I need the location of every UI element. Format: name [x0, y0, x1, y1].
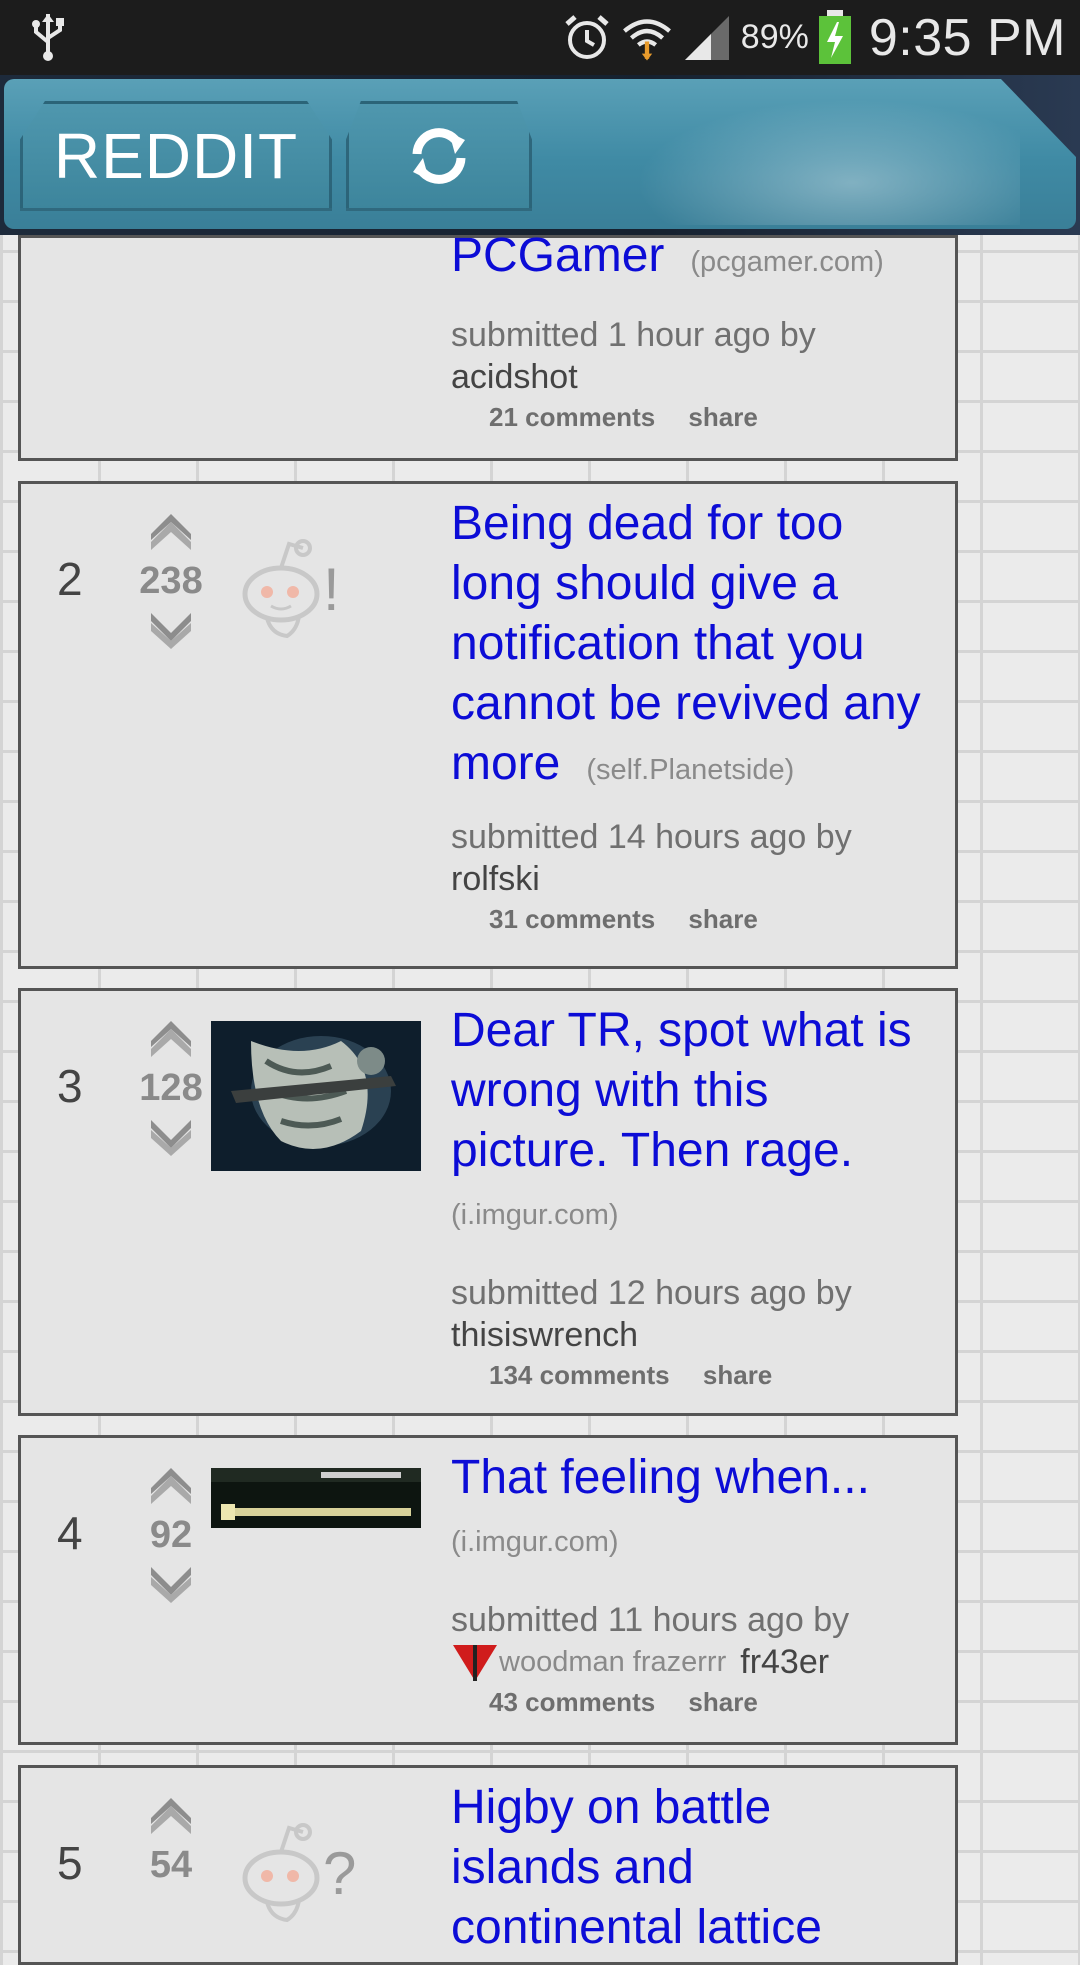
post-domain[interactable]: (self.Planetside) — [586, 754, 794, 786]
post-author-line: woodman frazerrr fr43er — [451, 1641, 931, 1683]
comments-link[interactable]: 21 comments — [489, 402, 655, 432]
post-actions: 134 comments share — [489, 1360, 931, 1391]
post-submitted: submitted 12 hours ago by — [451, 1274, 852, 1312]
game-hud-thumbnail — [211, 1468, 421, 1528]
post-title-line: PCGamer (pcgamer.com) — [451, 226, 931, 286]
post-thumbnail[interactable]: ! — [211, 534, 421, 644]
share-link[interactable]: share — [703, 1360, 772, 1390]
header-glow — [600, 85, 1020, 225]
post-card: PCGamer (pcgamer.com) submitted 1 hour ag… — [18, 229, 958, 461]
signal-icon — [684, 15, 729, 60]
comments-link[interactable]: 134 comments — [489, 1360, 670, 1390]
reddit-alien-question-icon: ? — [242, 1823, 356, 1923]
battery-percent: 89% — [740, 18, 809, 56]
post-submitted: submitted 11 hours ago by — [451, 1601, 850, 1639]
post-rank: 3 — [57, 1060, 83, 1112]
armored-soldier-thumbnail — [211, 1021, 421, 1171]
app-header: REDDIT — [0, 75, 1080, 235]
post-score: 128 — [139, 1067, 203, 1109]
post-author[interactable]: fr43er — [740, 1641, 829, 1683]
post-title[interactable]: PCGamer — [451, 229, 664, 282]
alarm-icon — [565, 14, 609, 59]
usb-icon — [32, 14, 64, 61]
refresh-icon — [412, 128, 466, 184]
comments-link[interactable]: 43 comments — [489, 1687, 655, 1717]
post-title[interactable]: That feeling when... — [451, 1448, 931, 1508]
clock: 9:35 PM — [868, 8, 1066, 67]
reddit-button[interactable]: REDDIT — [20, 101, 332, 211]
post-score: 92 — [149, 1514, 193, 1556]
post-domain[interactable]: (pcgamer.com) — [690, 246, 883, 278]
post-thumbnail[interactable]: ? — [211, 1818, 421, 1928]
post-title[interactable]: Dear TR, spot what is wrong with this pi… — [451, 1001, 931, 1181]
upvote-icon[interactable] — [146, 1468, 196, 1508]
downvote-icon[interactable] — [146, 609, 196, 649]
post-title-line: Being dead for too long should give a no… — [451, 494, 931, 794]
post-submitted: submitted 14 hours ago by — [451, 818, 852, 856]
status-bar: 89% 9:35 PM — [0, 0, 1080, 75]
reddit-button-label: REDDIT — [53, 120, 299, 192]
reddit-alien-exclaim-icon: ! — [242, 539, 340, 639]
post-card: 5 54 ? Higby on battle islands and conti… — [18, 1765, 958, 1965]
svg-text:!: ! — [323, 556, 340, 623]
downvote-icon[interactable] — [146, 1563, 196, 1603]
post-actions: 31 comments share — [489, 904, 931, 935]
wifi-icon — [622, 18, 671, 61]
post-title[interactable]: Higby on battle islands and continental … — [451, 1778, 931, 1958]
post-actions: 21 comments share — [489, 402, 931, 433]
upvote-icon[interactable] — [146, 514, 196, 554]
post-author[interactable]: thisiswrench — [451, 1314, 931, 1356]
downvote-icon[interactable] — [146, 1116, 196, 1156]
post-rank: 2 — [57, 553, 83, 605]
svg-text:?: ? — [323, 1840, 356, 1907]
post-title[interactable]: Being dead for too long should give a no… — [451, 497, 921, 790]
author-flair: woodman frazerrr — [499, 1645, 727, 1678]
share-link[interactable]: share — [688, 904, 757, 934]
post-actions: 43 comments share — [489, 1687, 931, 1718]
post-thumbnail[interactable] — [211, 1468, 421, 1528]
post-card: 4 92 That feeling when... (i.imgur.com) … — [18, 1435, 958, 1745]
post-author[interactable]: rolfski — [451, 858, 931, 900]
post-score: 54 — [149, 1844, 193, 1886]
vote-controls: 128 — [125, 1021, 217, 1156]
post-card: 2 238 ! Being dead for too long should g… — [18, 481, 958, 969]
post-submitted: submitted 1 hour ago by — [451, 316, 816, 354]
vote-controls: 92 — [125, 1468, 217, 1603]
post-rank: 4 — [57, 1507, 83, 1559]
post-score: 238 — [139, 560, 203, 602]
post-card: 3 128 Dear TR, spot what is wrong with t… — [18, 988, 958, 1416]
upvote-icon[interactable] — [146, 1798, 196, 1838]
post-domain[interactable]: (i.imgur.com) — [451, 1199, 931, 1232]
upvote-icon[interactable] — [146, 1021, 196, 1061]
vote-controls: 238 — [125, 514, 217, 649]
battery-icon — [818, 9, 851, 64]
vote-controls: 54 — [125, 1798, 217, 1893]
post-domain[interactable]: (i.imgur.com) — [451, 1526, 931, 1559]
share-link[interactable]: share — [688, 402, 757, 432]
post-author[interactable]: acidshot — [451, 356, 931, 398]
refresh-button[interactable] — [346, 101, 532, 211]
post-rank: 5 — [57, 1837, 83, 1889]
flair-icon — [453, 1645, 497, 1681]
share-link[interactable]: share — [688, 1687, 757, 1717]
post-thumbnail[interactable] — [211, 1021, 421, 1171]
comments-link[interactable]: 31 comments — [489, 904, 655, 934]
